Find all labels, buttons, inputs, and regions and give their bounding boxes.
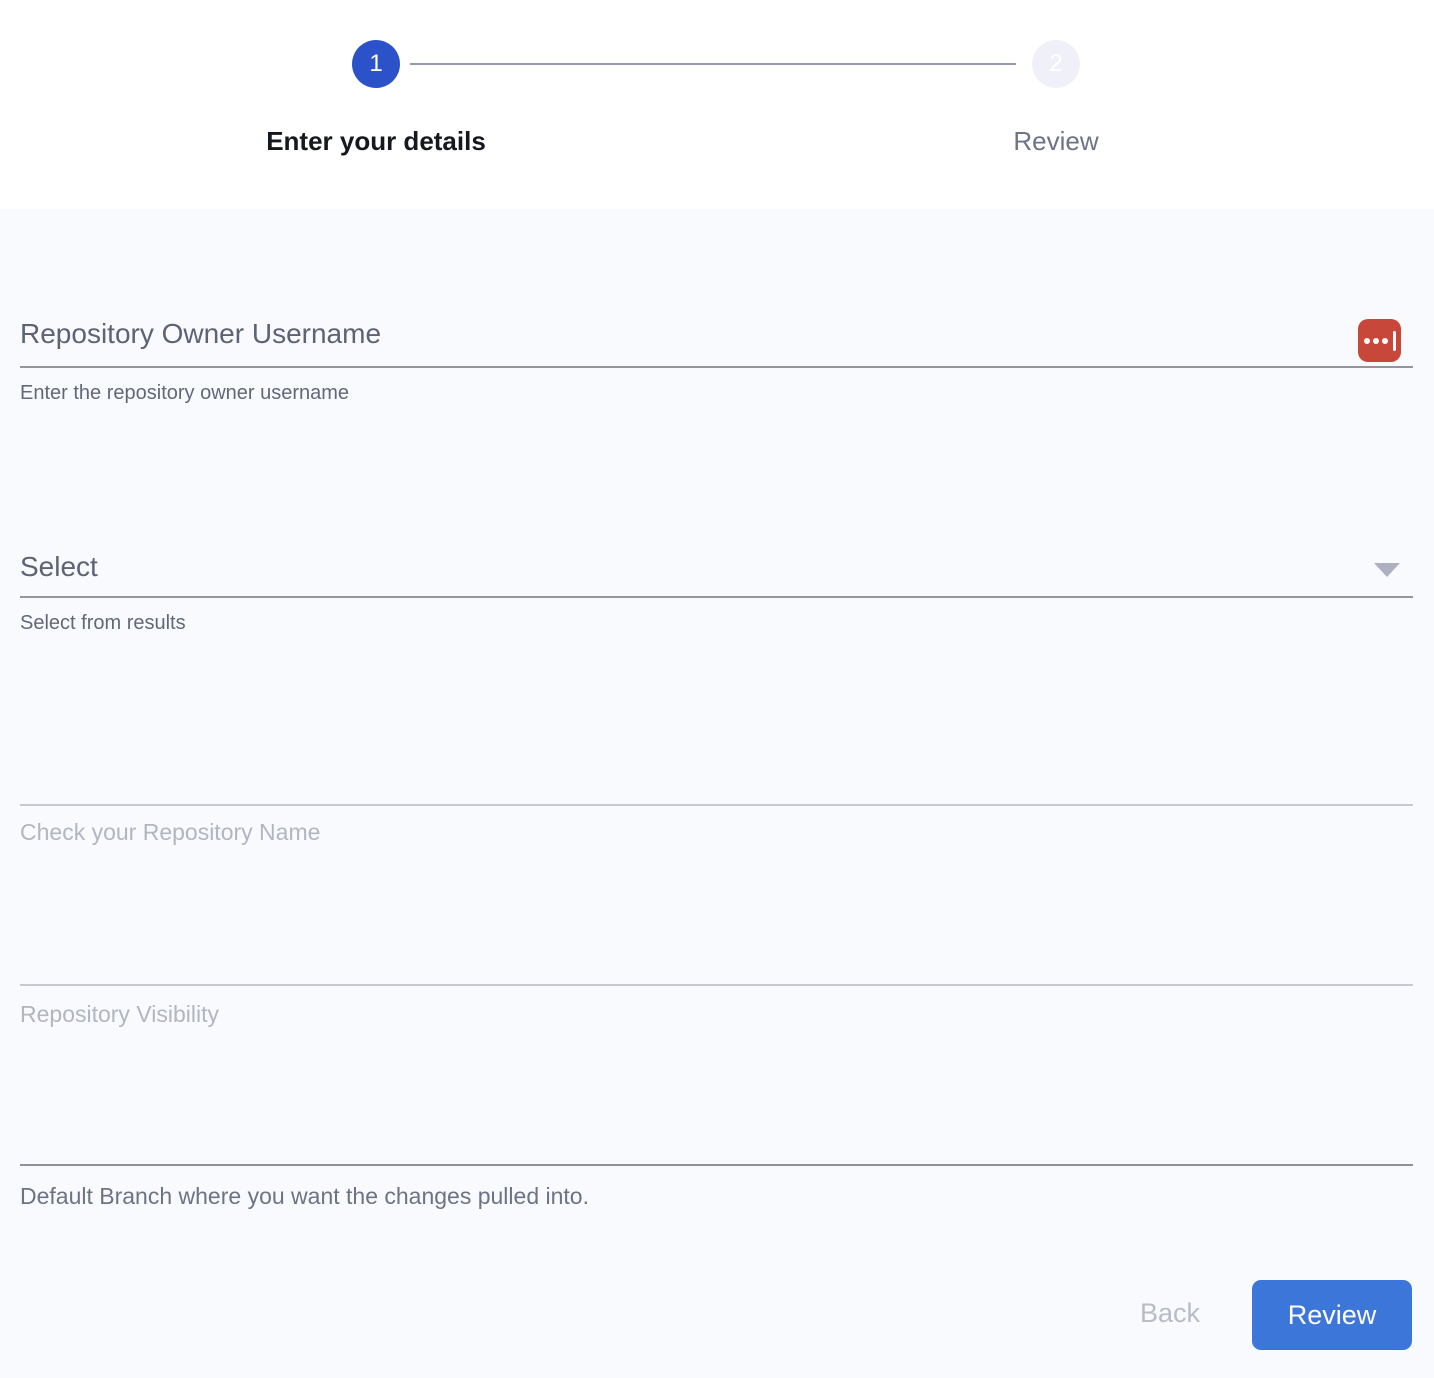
step-2-indicator: 2	[1032, 40, 1080, 88]
step-connector-line	[410, 63, 1016, 65]
password-manager-icon-cursor	[1393, 331, 1396, 351]
repository-name-input[interactable]	[20, 687, 1413, 802]
password-manager-icon-dot	[1364, 338, 1370, 344]
review-button[interactable]: Review	[1252, 1280, 1412, 1350]
repository-visibility-underline	[20, 984, 1413, 986]
step-2-label: Review	[1013, 126, 1098, 157]
password-manager-icon-dot	[1382, 338, 1388, 344]
repository-select-dropdown[interactable]: Select	[20, 539, 1413, 597]
repository-visibility-helper-text: Repository Visibility	[20, 1001, 219, 1028]
default-branch-input[interactable]	[20, 1047, 1413, 1162]
step-1-indicator: 1	[352, 40, 400, 88]
details-form: Enter the repository owner username Sele…	[0, 209, 1434, 1378]
repository-visibility-input[interactable]	[20, 867, 1413, 982]
chevron-down-icon	[1374, 563, 1400, 577]
repository-name-helper-text: Check your Repository Name	[20, 819, 320, 846]
step-2-number: 2	[1049, 50, 1062, 78]
select-field-helper-text: Select from results	[20, 612, 186, 635]
wizard-stepper: 1 2 Enter your details Review	[0, 0, 1434, 209]
default-branch-underline	[20, 1164, 1413, 1166]
owner-field-helper-text: Enter the repository owner username	[20, 382, 349, 405]
select-field-underline	[20, 596, 1413, 598]
password-manager-icon[interactable]	[1358, 319, 1401, 362]
password-manager-icon-dot	[1373, 338, 1379, 344]
step-1-label: Enter your details	[266, 126, 486, 157]
repository-select-value: Select	[20, 551, 98, 583]
back-button[interactable]: Back	[1110, 1281, 1230, 1345]
step-1-number: 1	[369, 50, 382, 78]
owner-field-underline	[20, 366, 1413, 368]
repository-owner-username-input[interactable]	[20, 304, 1340, 364]
repository-name-underline	[20, 804, 1413, 806]
default-branch-helper-text: Default Branch where you want the change…	[20, 1183, 589, 1210]
